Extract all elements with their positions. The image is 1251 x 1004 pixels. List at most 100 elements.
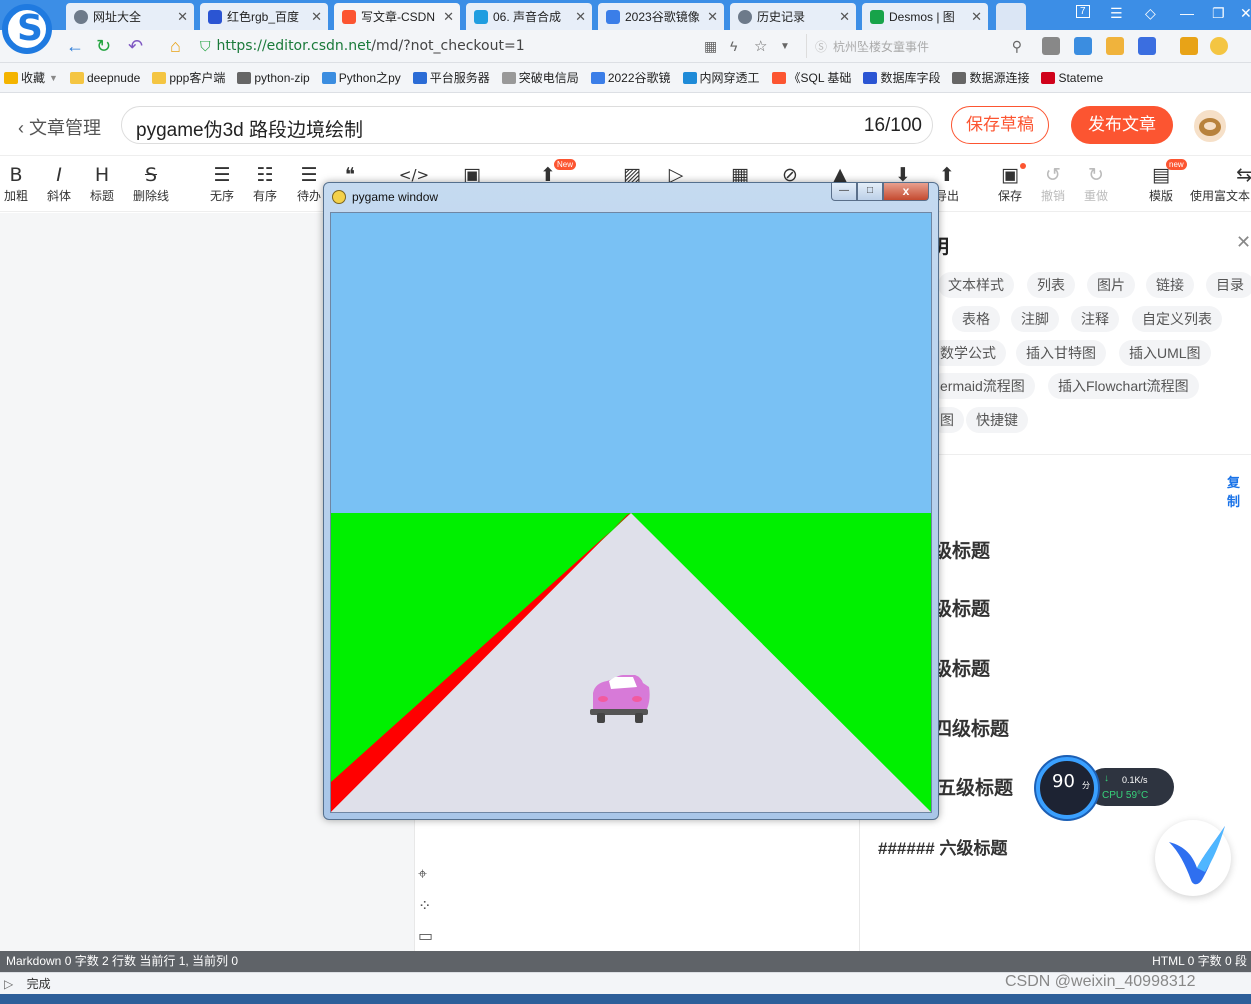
help-chip[interactable]: 自定义列表 — [1132, 306, 1222, 332]
close-icon[interactable]: ✕ — [971, 9, 982, 25]
help-chip[interactable]: 链接 — [1146, 272, 1194, 298]
help-chip[interactable]: 表格 — [952, 306, 1000, 332]
bookmark-item[interactable]: Stateme — [1041, 71, 1103, 85]
chevron-down-icon[interactable]: ▼ — [780, 41, 790, 52]
extension-icon[interactable] — [1042, 37, 1060, 55]
copy-link[interactable]: 复制 — [1227, 472, 1251, 510]
bookmark-item[interactable]: 内网穿透工 — [682, 69, 760, 86]
bookmark-item[interactable]: 《SQL 基础 — [771, 69, 851, 86]
close-icon[interactable]: ✕ — [575, 9, 586, 25]
close-window-icon[interactable]: ✕ — [1240, 5, 1251, 22]
bookmark-label: deepnude — [86, 70, 141, 85]
emoji-icon[interactable] — [1210, 37, 1228, 55]
directory-icon[interactable]: ⁘ — [418, 896, 431, 916]
undo-icon: ↺ — [1045, 164, 1061, 186]
todo-list-button[interactable]: ☰ 待办 — [294, 163, 324, 204]
unordered-list-button[interactable]: ☰ 无序 — [208, 163, 236, 204]
restore-icon[interactable]: ❐ — [1212, 5, 1225, 22]
minimize-button[interactable]: — — [831, 183, 857, 201]
maximize-button[interactable]: □ — [857, 183, 883, 201]
close-icon[interactable]: ✕ — [443, 9, 454, 25]
speed-widget[interactable]: 90 分 ↓ 0.1K/s CPU 59°C — [1036, 757, 1176, 819]
bold-button[interactable]: B 加粗 — [2, 163, 30, 204]
refresh-icon[interactable]: ↻ — [96, 36, 111, 57]
scissors-icon[interactable] — [1138, 37, 1156, 55]
avatar[interactable] — [1192, 108, 1228, 144]
close-icon[interactable]: ✕ — [177, 9, 188, 25]
pygame-canvas[interactable] — [330, 212, 932, 813]
help-chip[interactable]: 插入UML图 — [1119, 340, 1211, 366]
bookmark-item[interactable]: 数据库字段 — [863, 69, 940, 86]
help-chip[interactable]: 注释 — [1071, 306, 1119, 332]
bookmark-item[interactable]: python-zip — [237, 71, 310, 85]
help-chip[interactable]: 插入Flowchart流程图 — [1048, 373, 1199, 399]
close-button[interactable]: x — [883, 183, 929, 201]
bookmark-item[interactable]: ppp客户端 — [152, 69, 225, 86]
bookmark-item[interactable]: Python之py — [321, 69, 401, 86]
bookmark-item[interactable]: 2022谷歌镜 — [590, 69, 671, 86]
back-to-articles-link[interactable]: ‹ 文章管理 — [18, 114, 101, 140]
locate-icon[interactable]: ⌖ — [418, 866, 427, 884]
back-icon[interactable]: ← — [66, 36, 84, 57]
browser-logo-icon[interactable] — [2, 4, 52, 54]
help-chip[interactable]: 文本样式 — [938, 272, 1014, 298]
translate-icon[interactable] — [1074, 37, 1092, 55]
tab-2[interactable]: 写文章-CSDN ✕ — [334, 3, 460, 30]
star-icon[interactable]: ☆ — [754, 37, 767, 55]
close-icon[interactable]: ✕ — [311, 9, 322, 25]
help-chip[interactable]: 注脚 — [1011, 306, 1059, 332]
help-chip[interactable]: ermaid流程图 — [930, 373, 1035, 399]
search-input[interactable]: Ⓢ 杭州坠楼女童事件 ⚲ — [806, 34, 1028, 58]
bookmark-item[interactable]: 突破电信局 — [501, 69, 579, 86]
bookmark-item[interactable]: 数据源连接 — [952, 69, 1029, 86]
menu-icon[interactable]: ☰ — [1110, 5, 1123, 22]
ordered-list-button[interactable]: ☷ 有序 — [251, 163, 279, 204]
article-title-input[interactable]: pygame伪3d 路段边境绘制 — [136, 115, 363, 142]
tab-5[interactable]: 历史记录 ✕ — [730, 3, 856, 30]
tab-count-icon[interactable]: 7 — [1076, 5, 1090, 18]
help-chip[interactable]: 数学公式 — [930, 340, 1006, 366]
home-icon[interactable]: ⌂ — [170, 36, 181, 57]
publish-button[interactable]: 发布文章 — [1071, 106, 1173, 144]
article-title-field[interactable]: pygame伪3d 路段边境绘制 16/100 — [121, 106, 933, 144]
close-icon[interactable]: ✕ — [707, 9, 718, 25]
new-tab-button[interactable] — [996, 3, 1026, 30]
bookmark-item[interactable]: deepnude — [69, 70, 141, 85]
help-chip[interactable]: 列表 — [1027, 272, 1075, 298]
italic-button[interactable]: I 斜体 — [45, 163, 73, 204]
qr-icon[interactable]: ▦ — [704, 38, 717, 55]
heading-button[interactable]: H 标题 — [88, 163, 116, 204]
key-icon[interactable] — [1180, 37, 1198, 55]
pygame-window[interactable]: pygame window — □ x — [323, 182, 939, 820]
tab-4[interactable]: 2023谷歌镜像 ✕ — [598, 3, 724, 30]
skin-icon[interactable]: ◇ — [1145, 5, 1156, 22]
layout-icon[interactable]: ▭ — [418, 926, 433, 946]
help-chip[interactable]: 插入甘特图 — [1016, 340, 1106, 366]
redo-button[interactable]: ↻ 重做 — [1082, 163, 1110, 204]
strikethrough-button[interactable]: S 删除线 — [130, 163, 172, 204]
bookmark-item[interactable]: 平台服务器 — [412, 69, 490, 86]
search-icon[interactable]: ⚲ — [1012, 38, 1022, 55]
undo-button[interactable]: ↺ 撤销 — [1039, 163, 1067, 204]
lightning-icon[interactable]: ϟ — [730, 38, 737, 54]
screenshot-icon[interactable] — [1106, 37, 1124, 55]
rich-text-button[interactable]: ⇆ 使用富文本 — [1190, 163, 1251, 204]
help-chip[interactable]: 图片 — [1087, 272, 1135, 298]
bookmark-item[interactable]: 收藏 ▼ — [4, 69, 58, 86]
pygame-titlebar[interactable]: pygame window — □ x — [324, 183, 938, 211]
tab-6[interactable]: Desmos | 图 ✕ — [862, 3, 988, 30]
new-badge: New — [554, 159, 577, 170]
tab-0[interactable]: 网址大全 ✕ — [66, 3, 194, 30]
assistant-bird-button[interactable] — [1155, 820, 1231, 896]
minimize-icon[interactable]: — — [1180, 5, 1194, 21]
help-chip[interactable]: 快捷键 — [966, 407, 1028, 433]
undo-close-icon[interactable]: ↶ — [128, 36, 143, 57]
close-icon[interactable]: ✕ — [1236, 232, 1251, 253]
tab-1[interactable]: 红色rgb_百度 ✕ — [200, 3, 328, 30]
template-button[interactable]: ▤ 模版 new — [1146, 159, 1187, 204]
save-draft-button[interactable]: 保存草稿 — [951, 106, 1049, 144]
tab-3[interactable]: 06. 声音合成 ✕ — [466, 3, 592, 30]
close-icon[interactable]: ✕ — [839, 9, 850, 25]
save-button[interactable]: ▣ 保存 — [996, 163, 1026, 204]
help-chip[interactable]: 目录 — [1206, 272, 1251, 298]
